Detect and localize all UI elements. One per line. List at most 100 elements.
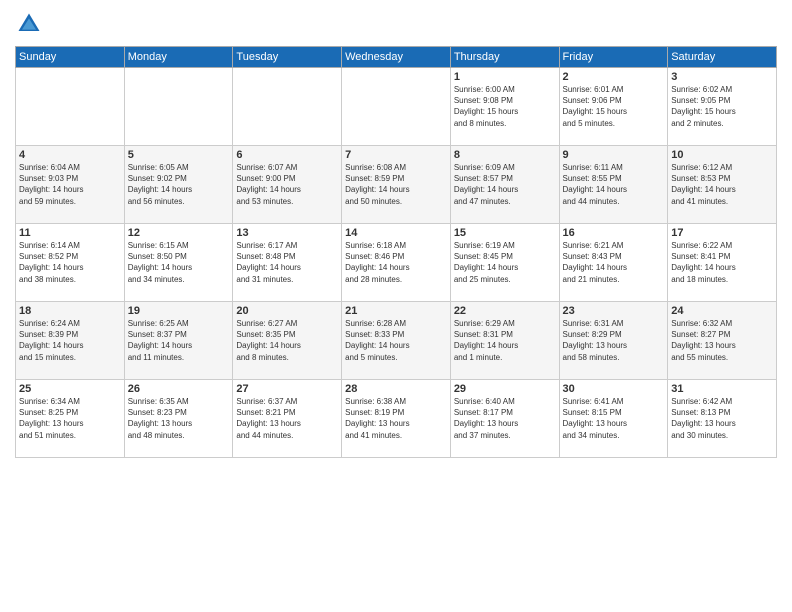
day-number: 2: [563, 71, 665, 83]
day-number: 12: [128, 227, 230, 239]
header: [15, 10, 777, 38]
calendar-cell: 21Sunrise: 6:28 AM Sunset: 8:33 PM Dayli…: [342, 302, 451, 380]
cell-content: Sunrise: 6:12 AM Sunset: 8:53 PM Dayligh…: [671, 162, 773, 207]
calendar-cell: 27Sunrise: 6:37 AM Sunset: 8:21 PM Dayli…: [233, 380, 342, 458]
calendar-cell: 6Sunrise: 6:07 AM Sunset: 9:00 PM Daylig…: [233, 146, 342, 224]
day-number: 19: [128, 305, 230, 317]
day-number: 31: [671, 383, 773, 395]
week-row-1: 1Sunrise: 6:00 AM Sunset: 9:08 PM Daylig…: [16, 68, 777, 146]
day-number: 15: [454, 227, 556, 239]
cell-content: Sunrise: 6:01 AM Sunset: 9:06 PM Dayligh…: [563, 84, 665, 129]
calendar-cell: 15Sunrise: 6:19 AM Sunset: 8:45 PM Dayli…: [450, 224, 559, 302]
calendar-cell: 29Sunrise: 6:40 AM Sunset: 8:17 PM Dayli…: [450, 380, 559, 458]
cell-content: Sunrise: 6:08 AM Sunset: 8:59 PM Dayligh…: [345, 162, 447, 207]
day-number: 24: [671, 305, 773, 317]
calendar-cell: 24Sunrise: 6:32 AM Sunset: 8:27 PM Dayli…: [668, 302, 777, 380]
day-number: 3: [671, 71, 773, 83]
cell-content: Sunrise: 6:35 AM Sunset: 8:23 PM Dayligh…: [128, 396, 230, 441]
day-number: 22: [454, 305, 556, 317]
calendar-cell: [16, 68, 125, 146]
calendar-cell: 16Sunrise: 6:21 AM Sunset: 8:43 PM Dayli…: [559, 224, 668, 302]
week-row-3: 11Sunrise: 6:14 AM Sunset: 8:52 PM Dayli…: [16, 224, 777, 302]
day-number: 30: [563, 383, 665, 395]
day-number: 10: [671, 149, 773, 161]
page: SundayMondayTuesdayWednesdayThursdayFrid…: [0, 0, 792, 612]
day-number: 29: [454, 383, 556, 395]
day-header-thursday: Thursday: [450, 47, 559, 68]
calendar-cell: 28Sunrise: 6:38 AM Sunset: 8:19 PM Dayli…: [342, 380, 451, 458]
cell-content: Sunrise: 6:00 AM Sunset: 9:08 PM Dayligh…: [454, 84, 556, 129]
cell-content: Sunrise: 6:40 AM Sunset: 8:17 PM Dayligh…: [454, 396, 556, 441]
week-row-4: 18Sunrise: 6:24 AM Sunset: 8:39 PM Dayli…: [16, 302, 777, 380]
calendar-cell: 20Sunrise: 6:27 AM Sunset: 8:35 PM Dayli…: [233, 302, 342, 380]
calendar-cell: 30Sunrise: 6:41 AM Sunset: 8:15 PM Dayli…: [559, 380, 668, 458]
calendar-cell: 26Sunrise: 6:35 AM Sunset: 8:23 PM Dayli…: [124, 380, 233, 458]
day-header-friday: Friday: [559, 47, 668, 68]
cell-content: Sunrise: 6:17 AM Sunset: 8:48 PM Dayligh…: [236, 240, 338, 285]
cell-content: Sunrise: 6:24 AM Sunset: 8:39 PM Dayligh…: [19, 318, 121, 363]
calendar-cell: 31Sunrise: 6:42 AM Sunset: 8:13 PM Dayli…: [668, 380, 777, 458]
cell-content: Sunrise: 6:38 AM Sunset: 8:19 PM Dayligh…: [345, 396, 447, 441]
day-number: 17: [671, 227, 773, 239]
day-number: 11: [19, 227, 121, 239]
day-number: 18: [19, 305, 121, 317]
cell-content: Sunrise: 6:05 AM Sunset: 9:02 PM Dayligh…: [128, 162, 230, 207]
day-header-wednesday: Wednesday: [342, 47, 451, 68]
day-number: 21: [345, 305, 447, 317]
cell-content: Sunrise: 6:04 AM Sunset: 9:03 PM Dayligh…: [19, 162, 121, 207]
calendar-cell: 25Sunrise: 6:34 AM Sunset: 8:25 PM Dayli…: [16, 380, 125, 458]
cell-content: Sunrise: 6:31 AM Sunset: 8:29 PM Dayligh…: [563, 318, 665, 363]
calendar-cell: 12Sunrise: 6:15 AM Sunset: 8:50 PM Dayli…: [124, 224, 233, 302]
cell-content: Sunrise: 6:21 AM Sunset: 8:43 PM Dayligh…: [563, 240, 665, 285]
day-number: 23: [563, 305, 665, 317]
day-number: 27: [236, 383, 338, 395]
day-number: 6: [236, 149, 338, 161]
calendar-table: SundayMondayTuesdayWednesdayThursdayFrid…: [15, 46, 777, 458]
calendar-cell: 22Sunrise: 6:29 AM Sunset: 8:31 PM Dayli…: [450, 302, 559, 380]
calendar-cell: 3Sunrise: 6:02 AM Sunset: 9:05 PM Daylig…: [668, 68, 777, 146]
cell-content: Sunrise: 6:07 AM Sunset: 9:00 PM Dayligh…: [236, 162, 338, 207]
cell-content: Sunrise: 6:41 AM Sunset: 8:15 PM Dayligh…: [563, 396, 665, 441]
day-number: 9: [563, 149, 665, 161]
calendar-cell: 10Sunrise: 6:12 AM Sunset: 8:53 PM Dayli…: [668, 146, 777, 224]
calendar-cell: [233, 68, 342, 146]
calendar-header-row: SundayMondayTuesdayWednesdayThursdayFrid…: [16, 47, 777, 68]
cell-content: Sunrise: 6:14 AM Sunset: 8:52 PM Dayligh…: [19, 240, 121, 285]
day-header-sunday: Sunday: [16, 47, 125, 68]
calendar-cell: 23Sunrise: 6:31 AM Sunset: 8:29 PM Dayli…: [559, 302, 668, 380]
day-number: 13: [236, 227, 338, 239]
calendar-cell: 8Sunrise: 6:09 AM Sunset: 8:57 PM Daylig…: [450, 146, 559, 224]
calendar-cell: 17Sunrise: 6:22 AM Sunset: 8:41 PM Dayli…: [668, 224, 777, 302]
calendar-cell: 7Sunrise: 6:08 AM Sunset: 8:59 PM Daylig…: [342, 146, 451, 224]
day-number: 28: [345, 383, 447, 395]
calendar-cell: 14Sunrise: 6:18 AM Sunset: 8:46 PM Dayli…: [342, 224, 451, 302]
day-number: 20: [236, 305, 338, 317]
week-row-2: 4Sunrise: 6:04 AM Sunset: 9:03 PM Daylig…: [16, 146, 777, 224]
day-header-tuesday: Tuesday: [233, 47, 342, 68]
calendar-cell: 4Sunrise: 6:04 AM Sunset: 9:03 PM Daylig…: [16, 146, 125, 224]
cell-content: Sunrise: 6:32 AM Sunset: 8:27 PM Dayligh…: [671, 318, 773, 363]
cell-content: Sunrise: 6:27 AM Sunset: 8:35 PM Dayligh…: [236, 318, 338, 363]
calendar-cell: 2Sunrise: 6:01 AM Sunset: 9:06 PM Daylig…: [559, 68, 668, 146]
calendar-cell: [342, 68, 451, 146]
cell-content: Sunrise: 6:18 AM Sunset: 8:46 PM Dayligh…: [345, 240, 447, 285]
cell-content: Sunrise: 6:29 AM Sunset: 8:31 PM Dayligh…: [454, 318, 556, 363]
day-number: 4: [19, 149, 121, 161]
calendar-cell: 11Sunrise: 6:14 AM Sunset: 8:52 PM Dayli…: [16, 224, 125, 302]
day-number: 7: [345, 149, 447, 161]
calendar-cell: [124, 68, 233, 146]
cell-content: Sunrise: 6:15 AM Sunset: 8:50 PM Dayligh…: [128, 240, 230, 285]
cell-content: Sunrise: 6:22 AM Sunset: 8:41 PM Dayligh…: [671, 240, 773, 285]
cell-content: Sunrise: 6:25 AM Sunset: 8:37 PM Dayligh…: [128, 318, 230, 363]
week-row-5: 25Sunrise: 6:34 AM Sunset: 8:25 PM Dayli…: [16, 380, 777, 458]
day-number: 5: [128, 149, 230, 161]
cell-content: Sunrise: 6:42 AM Sunset: 8:13 PM Dayligh…: [671, 396, 773, 441]
day-number: 14: [345, 227, 447, 239]
calendar-cell: 9Sunrise: 6:11 AM Sunset: 8:55 PM Daylig…: [559, 146, 668, 224]
cell-content: Sunrise: 6:02 AM Sunset: 9:05 PM Dayligh…: [671, 84, 773, 129]
cell-content: Sunrise: 6:28 AM Sunset: 8:33 PM Dayligh…: [345, 318, 447, 363]
day-header-monday: Monday: [124, 47, 233, 68]
calendar-cell: 5Sunrise: 6:05 AM Sunset: 9:02 PM Daylig…: [124, 146, 233, 224]
calendar-cell: 1Sunrise: 6:00 AM Sunset: 9:08 PM Daylig…: [450, 68, 559, 146]
day-number: 16: [563, 227, 665, 239]
